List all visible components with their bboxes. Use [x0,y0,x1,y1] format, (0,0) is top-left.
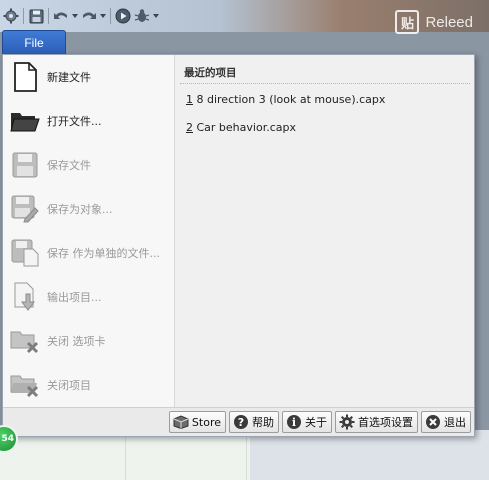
menu-item-label: 打开文件... [47,115,102,128]
quick-access-toolbar [0,4,160,28]
menu-item-label: 保存为对象... [47,203,113,216]
store-icon [173,414,189,430]
recent-project-number: 2 [186,121,193,134]
menu-item-label: 输出项目... [47,291,102,304]
help-icon: ? [233,414,249,430]
notification-badge-count: 54 [1,434,14,444]
gear-icon [339,414,355,430]
recent-project-name: 8 direction 3 (look at mouse).capx [193,93,386,106]
background-app-area [0,430,250,480]
menu-item-save-as[interactable]: 保存为对象... [3,189,175,229]
menu-item-save-single-file[interactable]: 保存 作为单独的文件... [3,233,175,273]
watermark-logo-icon: 贴 [395,10,420,34]
menu-item-label: 保存文件 [47,159,91,172]
menu-item-new-file[interactable]: 新建文件 [3,57,175,97]
store-button-label: Store [191,415,221,429]
menu-item-label: 关闭 选项卡 [47,335,106,348]
toolbar-separator [110,8,111,24]
menu-item-label: 关闭项目 [47,379,91,392]
menu-item-open-file[interactable]: 打开文件... [3,101,175,141]
save-icon[interactable] [27,7,45,25]
save-as-icon [9,193,41,225]
file-menu-panel: 新建文件 打开文件... 保存文件 保存为对象... 保存 作为单独的文件... [2,54,475,437]
export-icon [9,281,41,313]
preferences-button[interactable]: 首选项设置 [335,411,418,433]
recent-project-number: 1 [186,93,193,106]
file-menu-bottom-bar: Store ? 帮助 i 关于 首选项设置 退出 [3,407,474,436]
new-file-icon [9,61,41,93]
menu-item-label: 保存 作为单独的文件... [47,247,160,260]
about-button[interactable]: i 关于 [282,411,332,433]
file-tab[interactable]: File [2,30,66,54]
info-icon: i [286,414,302,430]
save-single-file-icon [9,237,41,269]
recent-project-item[interactable]: 1 8 direction 3 (look at mouse).capx [186,93,385,106]
background-right-area [250,430,489,480]
watermark-text: Releed [425,13,473,31]
recent-projects-title: 最近的项目 [184,67,237,79]
svg-text:?: ? [238,416,244,429]
menu-item-export-project[interactable]: 输出项目... [3,277,175,317]
save-icon [9,149,41,181]
menu-item-label: 新建文件 [47,71,91,84]
exit-button[interactable]: 退出 [421,411,471,433]
recent-project-item[interactable]: 2 Car behavior.capx [186,121,296,134]
menu-item-close-project[interactable]: 关闭项目 [3,365,175,405]
recent-projects-pane: 最近的项目 1 8 direction 3 (look at mouse).ca… [176,55,474,407]
help-button[interactable]: ? 帮助 [229,411,279,433]
debug-icon[interactable] [133,7,151,25]
toolbar-separator [48,8,49,24]
redo-dropdown-icon[interactable] [99,7,107,25]
recent-divider [180,83,470,84]
recent-project-name: Car behavior.capx [193,121,296,134]
menu-item-save-file[interactable]: 保存文件 [3,145,175,185]
redo-icon[interactable] [80,7,98,25]
svg-text:i: i [292,416,296,429]
watermark: 贴 Releed [395,8,473,36]
help-button-label: 帮助 [252,416,274,429]
preferences-button-label: 首选项设置 [358,416,413,429]
undo-icon[interactable] [52,7,70,25]
file-tab-label: File [24,35,44,50]
close-project-icon [9,369,41,401]
close-tab-icon [9,325,41,357]
close-icon [425,414,441,430]
toolbar-customize-dropdown-icon[interactable] [152,7,160,25]
undo-dropdown-icon[interactable] [71,7,79,25]
open-folder-icon [9,105,41,137]
exit-button-label: 退出 [444,416,466,429]
toolbar-separator [23,8,24,24]
store-button[interactable]: Store [168,411,226,433]
run-icon[interactable] [114,7,132,25]
gear-icon[interactable] [2,7,20,25]
file-menu-commands: 新建文件 打开文件... 保存文件 保存为对象... 保存 作为单独的文件... [3,55,175,407]
about-button-label: 关于 [305,416,327,429]
menu-item-close-tab[interactable]: 关闭 选项卡 [3,321,175,361]
